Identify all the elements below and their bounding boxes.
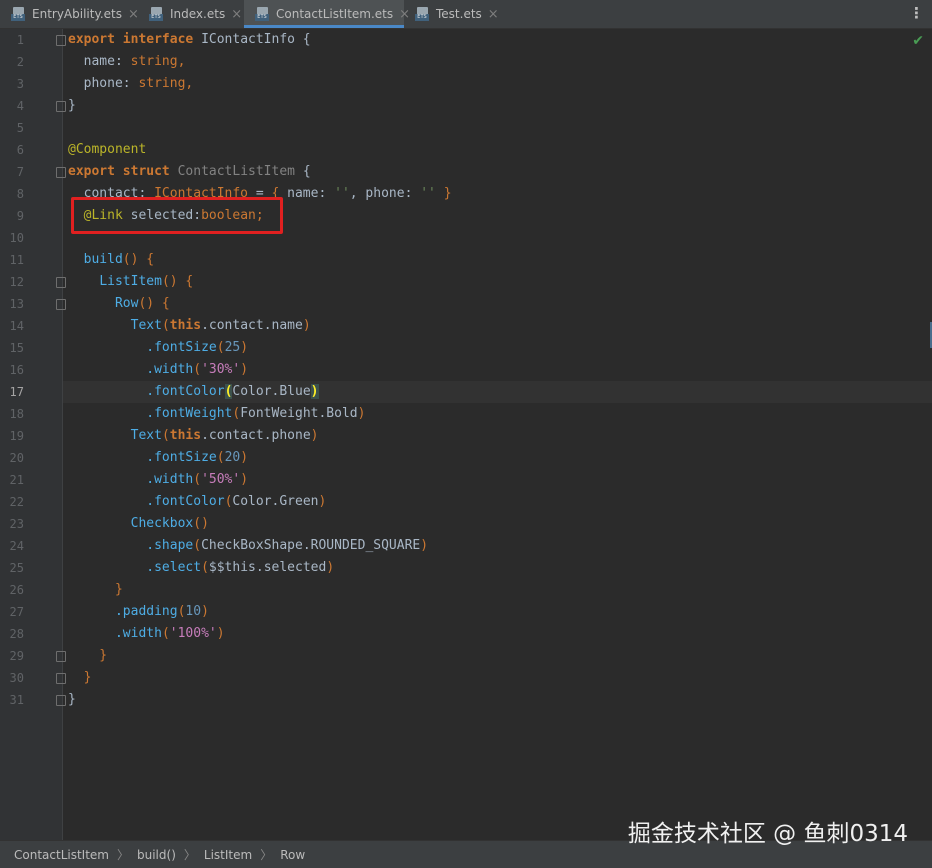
code-line: Text(this.contact.name) (130, 318, 311, 333)
code-line: export struct ContactListItem { (68, 164, 311, 179)
code-line: } (68, 648, 108, 663)
tab-test[interactable]: ETS Test.ets × (404, 0, 500, 28)
code-line: ListItem() { (99, 274, 194, 289)
breadcrumb-item[interactable]: build() (137, 848, 176, 862)
line-number: 15 (9, 341, 24, 355)
code-line: export interface IContactInfo { (68, 32, 311, 47)
code-line: .padding(10) (114, 604, 209, 619)
code-line: build() { (83, 252, 155, 267)
breadcrumb-item[interactable]: ListItem (204, 848, 252, 862)
code-line: name: string, (68, 54, 186, 69)
line-number: 21 (9, 473, 24, 487)
line-number: 22 (9, 495, 24, 509)
line-number-gutter[interactable]: 1 2 3 4 5 6 7 8 9 10 11 12 13 14 15 16 1… (0, 29, 66, 840)
line-number: 4 (16, 99, 24, 113)
ets-file-icon: ETS (415, 7, 430, 21)
line-number: 16 (9, 363, 24, 377)
code-line: } (68, 692, 76, 707)
watermark: 掘金技术社区 @ 鱼刺0314 (627, 821, 908, 847)
code-line-current: .fontColor(Color.Blue) (63, 381, 932, 403)
more-options-icon[interactable]: ⋮ (909, 4, 924, 22)
code-line: .fontColor(Color.Green) (146, 494, 327, 509)
breadcrumb-item[interactable]: ContactListItem (14, 848, 109, 862)
code-line: Text(this.contact.phone) (130, 428, 319, 443)
line-number: 27 (9, 605, 24, 619)
tab-label: Index.ets (170, 7, 226, 21)
code-line: .fontWeight(FontWeight.Bold) (146, 406, 366, 421)
line-number: 20 (9, 451, 24, 465)
line-number: 12 (9, 275, 24, 289)
line-number: 24 (9, 539, 24, 553)
ets-file-icon: ETS (11, 7, 26, 21)
code-line: .shape(CheckBoxShape.ROUNDED_SQUARE) (146, 538, 429, 553)
line-number: 13 (9, 297, 24, 311)
editor-tab-bar: ETS EntryAbility.ets × ETS Index.ets × E… (0, 0, 932, 29)
code-line: .width('50%') (146, 472, 249, 487)
line-number: 31 (9, 693, 24, 707)
code-line: .width('30%') (146, 362, 249, 377)
breadcrumb-separator-icon: 〉 (183, 848, 196, 862)
code-line: .fontSize(25) (146, 340, 249, 355)
breadcrumb-separator-icon: 〉 (260, 848, 273, 862)
code-line: Row() { (114, 296, 170, 311)
code-line: } (68, 670, 92, 685)
ets-file-icon: ETS (255, 7, 270, 21)
line-number: 10 (9, 231, 24, 245)
line-number: 5 (16, 121, 24, 135)
breadcrumb-item[interactable]: Row (280, 848, 305, 862)
line-number: 3 (16, 77, 24, 91)
line-number: 18 (9, 407, 24, 421)
line-number: 8 (16, 187, 24, 201)
line-number: 14 (9, 319, 24, 333)
line-number: 26 (9, 583, 24, 597)
line-number: 28 (9, 627, 24, 641)
code-line: .width('100%') (114, 626, 225, 641)
annotation-highlight-box (71, 197, 283, 234)
code-line: @Component (68, 142, 147, 157)
line-number: 7 (16, 165, 24, 179)
code-line: .select($$this.selected) (146, 560, 335, 575)
code-line: } (68, 582, 123, 597)
line-number-current: 17 (9, 385, 24, 399)
code-line: } (68, 98, 76, 113)
line-number: 30 (9, 671, 24, 685)
line-number: 25 (9, 561, 24, 575)
code-line: phone: string, (68, 76, 194, 91)
line-number: 9 (16, 209, 24, 223)
line-number: 11 (9, 253, 24, 267)
code-line: Checkbox() (130, 516, 209, 531)
close-icon[interactable]: × (488, 7, 499, 22)
line-number: 19 (9, 429, 24, 443)
close-icon[interactable]: × (231, 7, 242, 22)
tab-label: EntryAbility.ets (32, 7, 123, 21)
tab-contactlistitem[interactable]: ETS ContactListItem.ets × (244, 0, 410, 28)
ets-file-icon: ETS (149, 7, 164, 21)
code-editor[interactable]: export interface IContactInfo { name: st… (63, 29, 932, 840)
inspection-ok-icon[interactable]: ✔ (912, 33, 924, 49)
tab-entryability[interactable]: ETS EntryAbility.ets × (0, 0, 139, 28)
line-number: 2 (16, 55, 24, 69)
line-number: 29 (9, 649, 24, 663)
line-number: 23 (9, 517, 24, 531)
breadcrumb-separator-icon: 〉 (116, 848, 129, 862)
line-number: 6 (16, 143, 24, 157)
tab-label: Test.ets (436, 7, 482, 21)
line-number: 1 (16, 33, 24, 47)
tab-index[interactable]: ETS Index.ets × (138, 0, 244, 28)
code-line: .fontSize(20) (146, 450, 249, 465)
tab-label: ContactListItem.ets (276, 7, 394, 21)
